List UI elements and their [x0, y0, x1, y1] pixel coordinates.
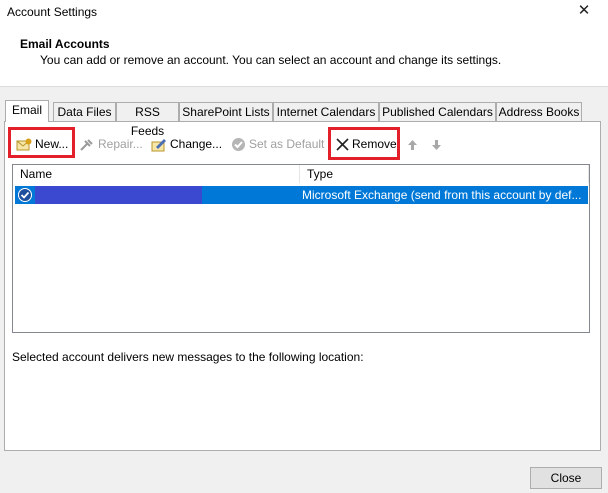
tab-data-files[interactable]: Data Files — [53, 102, 116, 121]
new-button-highlight — [8, 127, 75, 158]
account-name-redacted — [35, 186, 202, 204]
title-bar: Account Settings ✕ — [0, 0, 608, 24]
window-close-icon[interactable]: ✕ — [576, 2, 592, 20]
window-title: Account Settings — [7, 5, 98, 19]
change-icon — [151, 138, 166, 152]
header-title: Email Accounts — [20, 37, 110, 51]
change-button-label: Change... — [170, 137, 223, 151]
repair-button[interactable]: Repair... — [79, 133, 143, 155]
arrow-down-icon — [432, 139, 441, 150]
tab-internet-calendars[interactable]: Internet Calendars — [273, 102, 379, 121]
repair-button-label: Repair... — [98, 137, 143, 151]
accounts-list[interactable]: Name Type Microsoft Exchange (send from … — [12, 164, 590, 333]
move-down-button[interactable] — [431, 133, 445, 155]
move-up-button[interactable] — [407, 133, 421, 155]
dialog-header: Email Accounts You can add or remove an … — [0, 24, 608, 87]
close-button[interactable]: Close — [530, 467, 602, 489]
tab-email[interactable]: Email — [5, 100, 49, 122]
account-type: Microsoft Exchange (send from this accou… — [302, 188, 582, 202]
tab-address-books[interactable]: Address Books — [496, 102, 582, 121]
set-as-default-label: Set as Default — [249, 137, 325, 151]
header-description: You can add or remove an account. You ca… — [40, 53, 502, 67]
column-header-name[interactable]: Name — [13, 165, 300, 183]
default-account-check-icon — [18, 188, 32, 202]
set-as-default-button[interactable]: Set as Default — [231, 133, 324, 155]
account-row[interactable]: Microsoft Exchange (send from this accou… — [15, 186, 588, 204]
arrow-up-icon — [408, 139, 417, 150]
set-default-icon — [232, 138, 245, 152]
change-button[interactable]: Change... — [151, 133, 222, 155]
tab-published-calendars[interactable]: Published Calendars — [379, 102, 496, 121]
column-header-type[interactable]: Type — [300, 165, 589, 183]
repair-icon — [80, 139, 93, 151]
delivery-location-text: Selected account delivers new messages t… — [12, 350, 364, 364]
tab-rss-feeds[interactable]: RSS Feeds — [116, 102, 179, 138]
remove-button-highlight — [328, 127, 400, 160]
tab-sharepoint-lists[interactable]: SharePoint Lists — [179, 102, 273, 121]
